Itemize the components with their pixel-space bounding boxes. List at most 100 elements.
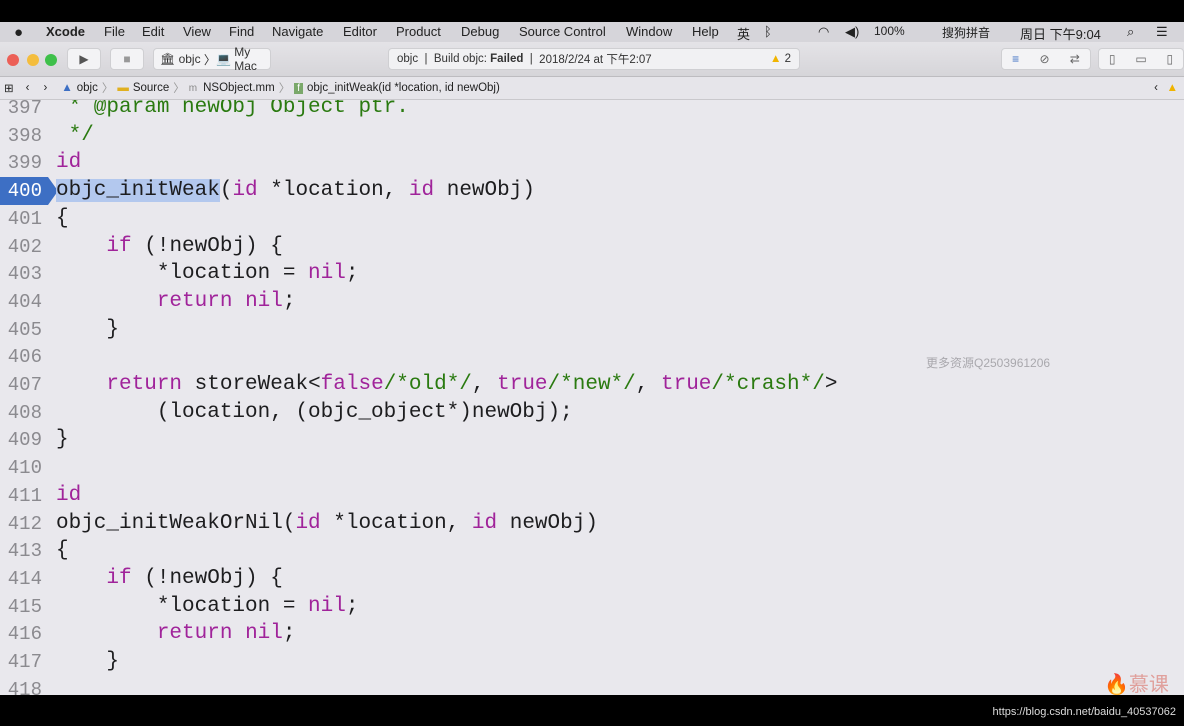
code-token: newObj) — [434, 179, 535, 203]
menu-view[interactable]: View — [183, 24, 211, 39]
code-line: 403 *location = nil; — [0, 260, 1184, 288]
menu-edit[interactable]: Edit — [142, 24, 164, 39]
bluetooth-icon[interactable]: ᛒ — [764, 24, 772, 39]
menu-find[interactable]: Find — [229, 24, 254, 39]
status-project: objc — [397, 53, 419, 65]
back-icon[interactable]: ‹ — [26, 82, 30, 94]
menu-source-control[interactable]: Source Control — [519, 24, 606, 39]
status-time: 2018/2/24 at 下午2:07 — [539, 54, 652, 66]
line-number[interactable]: 406 — [0, 343, 42, 371]
menu-editor[interactable]: Editor — [343, 24, 377, 39]
zoom-button[interactable] — [45, 54, 57, 66]
code-line: 416 return nil; — [0, 620, 1184, 648]
line-number[interactable]: 413 — [0, 537, 42, 565]
spotlight-icon[interactable]: ⌕ — [1127, 24, 1134, 40]
apple-icon[interactable]: ● — [14, 24, 23, 41]
menu-window[interactable]: Window — [626, 24, 672, 39]
menu-debug[interactable]: Debug — [461, 24, 499, 39]
project-icon: ▲ — [61, 82, 73, 94]
close-button[interactable] — [7, 54, 19, 66]
menu-navigate[interactable]: Navigate — [272, 24, 323, 39]
line-number[interactable]: 414 — [0, 565, 42, 593]
menu-product[interactable]: Product — [396, 24, 441, 39]
ime-indicator[interactable]: 搜狗拼音 — [942, 24, 990, 41]
code-line: 409} — [0, 426, 1184, 454]
battery-percent[interactable]: 100% — [874, 24, 905, 38]
warning-indicator[interactable]: ▲ 2 — [770, 53, 791, 65]
line-number[interactable]: 412 — [0, 510, 42, 538]
breadcrumb-file[interactable]: NSObject.mm — [203, 82, 275, 94]
debug-area-toggle-icon[interactable]: ▭ — [1135, 52, 1146, 66]
function-icon: f — [294, 82, 303, 94]
run-button[interactable]: ▶ — [67, 48, 101, 70]
code-text: id — [56, 482, 81, 510]
keyword-token: return — [106, 373, 183, 396]
clock[interactable]: 周日 下午9:04 — [1020, 24, 1101, 43]
utilities-toggle-icon[interactable]: ▯ — [1166, 52, 1173, 66]
notification-center-icon[interactable]: ☰ — [1156, 24, 1168, 40]
code-token: *location, — [257, 179, 409, 203]
keyword-token: id — [471, 511, 498, 535]
navigator-toggle-icon[interactable]: ▯ — [1109, 52, 1116, 66]
standard-editor-icon[interactable]: ≡ — [1012, 52, 1019, 66]
line-number[interactable]: 410 — [0, 454, 42, 482]
comment-token: /*crash*/ — [711, 373, 825, 396]
code-text: } — [56, 316, 119, 344]
breadcrumb-folder[interactable]: Source — [133, 82, 169, 94]
line-number[interactable]: 403 — [0, 260, 42, 288]
line-number[interactable]: 415 — [0, 593, 42, 621]
version-editor-icon[interactable]: ⇄ — [1070, 52, 1080, 66]
line-number[interactable]: 402 — [0, 233, 42, 261]
code-text: objc_initWeakOrNil(id *location, id newO… — [56, 510, 598, 538]
line-number[interactable]: 407 — [0, 371, 42, 399]
editor-mode-group: ≡ ⊘ ⇄ — [1001, 48, 1091, 70]
stop-button[interactable]: ■ — [110, 48, 144, 70]
code-token: } — [56, 650, 120, 673]
line-number[interactable]: 409 — [0, 426, 42, 454]
menu-app[interactable]: Xcode — [46, 24, 85, 39]
play-icon: ▶ — [79, 52, 89, 66]
line-number[interactable]: 404 — [0, 288, 42, 316]
line-number[interactable]: 401 — [0, 205, 42, 233]
breadcrumb-project[interactable]: objc — [77, 82, 98, 94]
keyword-token: if — [106, 234, 132, 258]
minimize-button[interactable] — [27, 54, 39, 66]
previous-issue-icon[interactable]: ‹ — [1154, 82, 1158, 94]
keyword-token: return — [156, 622, 233, 646]
menu-file[interactable]: File — [104, 24, 125, 39]
line-number[interactable]: 397 — [0, 100, 42, 122]
line-number[interactable]: 416 — [0, 620, 42, 648]
code-text: } — [56, 648, 119, 676]
volume-icon[interactable]: ◀) — [845, 24, 859, 40]
code-token: > — [824, 373, 838, 396]
line-number[interactable]: 405 — [0, 316, 42, 344]
line-number[interactable]: 398 — [0, 122, 42, 150]
line-number[interactable]: 411 — [0, 482, 42, 510]
scheme-selector[interactable]: 🏛 objc 〉 💻 My Mac — [153, 45, 271, 73]
line-number[interactable]: 418 — [0, 676, 42, 695]
source-editor[interactable]: 397 * @param newObj Object ptr. 398 */399… — [0, 100, 1184, 695]
menu-help[interactable]: Help — [692, 24, 719, 39]
code-line: 401 { — [0, 205, 1184, 233]
code-text: return nil; — [56, 288, 296, 316]
keyword-token: id — [232, 179, 258, 203]
breadcrumb-function[interactable]: objc_initWeak(id *location, id newObj) — [307, 82, 500, 94]
assistant-editor-icon[interactable]: ⊘ — [1039, 52, 1049, 66]
code-line: 407 return storeWeak<false/*old*/, true/… — [0, 371, 1184, 399]
line-number[interactable]: 408 — [0, 399, 42, 427]
input-source-icon[interactable]: 英 — [737, 24, 750, 43]
issue-warning-icon[interactable]: ▲ — [1167, 82, 1178, 94]
line-number[interactable]: 399 — [0, 149, 42, 177]
line-number[interactable]: 417 — [0, 648, 42, 676]
comment-token: */ — [56, 123, 94, 147]
wifi-icon[interactable]: ◠ — [818, 24, 829, 40]
keyword-token: nil — [245, 622, 283, 646]
related-items-icon[interactable]: ⊞ — [4, 81, 14, 95]
forward-icon[interactable]: › — [43, 82, 47, 94]
code-token: { — [56, 539, 69, 563]
line-number[interactable]: 400 — [0, 177, 58, 206]
keyword-token: nil — [245, 289, 283, 313]
